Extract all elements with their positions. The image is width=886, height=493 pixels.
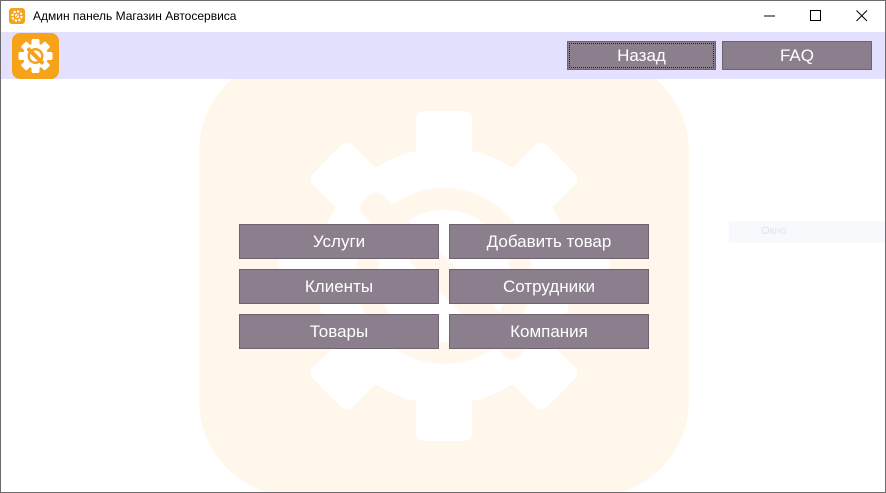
minimize-button[interactable] [747,1,793,31]
title-bar[interactable]: Админ панель Магазин Автосервиса [1,1,885,31]
maximize-button[interactable] [793,1,839,31]
ghost-label: Окно [729,221,885,243]
services-button[interactable]: Услуги [239,224,439,259]
company-button[interactable]: Компания [449,314,649,349]
window-title: Админ панель Магазин Автосервиса [33,9,237,23]
close-icon [856,10,868,22]
add-product-button[interactable]: Добавить товар [449,224,649,259]
app-window: Админ панель Магазин Автосервиса Назад F… [0,0,886,493]
gear-wrench-icon [9,8,25,24]
close-button[interactable] [839,1,885,31]
back-button[interactable]: Назад [567,41,716,70]
maximize-icon [810,10,821,21]
minimize-icon [764,15,775,17]
gear-wrench-icon [12,33,59,79]
ghost-label-text: Окно [761,225,787,237]
employees-button[interactable]: Сотрудники [449,269,649,304]
products-button[interactable]: Товары [239,314,439,349]
clients-button[interactable]: Клиенты [239,269,439,304]
faq-button[interactable]: FAQ [722,41,872,70]
header-bar: Назад FAQ [1,32,885,79]
